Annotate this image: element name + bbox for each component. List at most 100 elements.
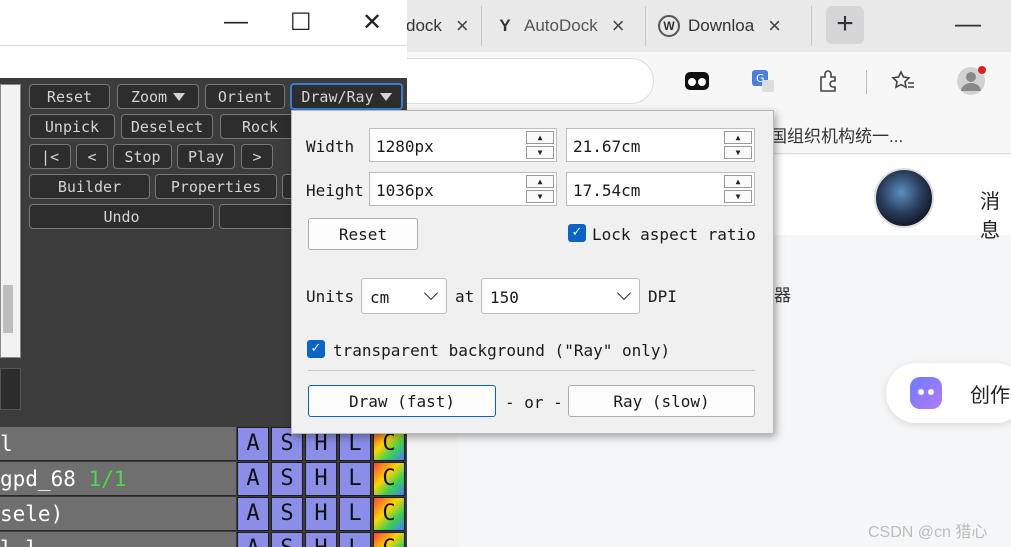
decrement-icon[interactable]: ▼: [724, 190, 752, 203]
button-label: Reset: [338, 224, 388, 244]
object-name: sele): [0, 502, 64, 526]
scrollbar-thumb[interactable]: [3, 285, 13, 333]
object-action-s-button[interactable]: S: [271, 462, 303, 496]
forward-button[interactable]: >: [241, 144, 273, 169]
ray-slow-button[interactable]: Ray (slow): [568, 385, 755, 417]
browser-tab-dock[interactable]: dock ×: [396, 6, 482, 46]
decrement-icon[interactable]: ▼: [526, 190, 554, 203]
user-avatar[interactable]: [874, 168, 934, 228]
viewer-panel[interactable]: [0, 84, 21, 358]
width-cm-input[interactable]: 21.67cm ▲ ▼: [566, 128, 755, 162]
button-label: Undo: [103, 207, 140, 226]
object-action-l-button[interactable]: L: [339, 497, 371, 531]
button-label: <: [87, 147, 97, 166]
orient-button[interactable]: Orient: [205, 84, 285, 109]
undo-button[interactable]: Undo: [29, 204, 214, 229]
increment-icon[interactable]: ▲: [724, 131, 752, 144]
builder-button[interactable]: Builder: [29, 174, 150, 199]
draw-ray-button[interactable]: Draw/Ray: [290, 83, 403, 110]
close-icon[interactable]: ×: [768, 13, 781, 39]
object-action-a-button[interactable]: A: [237, 497, 269, 531]
properties-button[interactable]: Properties: [155, 174, 277, 199]
height-cm-input[interactable]: 17.54cm ▲ ▼: [566, 172, 755, 206]
button-label: Draw (fast): [349, 391, 455, 411]
reset-button[interactable]: Reset: [29, 84, 110, 109]
decrement-icon[interactable]: ▼: [724, 146, 752, 159]
profile-icon[interactable]: [956, 66, 986, 96]
at-label: at: [455, 287, 475, 306]
rock-button[interactable]: Rock: [220, 114, 300, 139]
object-action-l-button[interactable]: L: [339, 532, 371, 547]
translate-icon[interactable]: G: [748, 66, 778, 96]
lock-aspect-label: Lock aspect ratio: [592, 225, 756, 244]
page-text: 器: [774, 286, 791, 305]
unpick-button[interactable]: Unpick: [29, 114, 115, 139]
button-label: Deselect: [130, 117, 204, 136]
decrement-icon[interactable]: ▼: [526, 146, 554, 159]
back-button[interactable]: <: [76, 144, 108, 169]
address-bar[interactable]: [380, 58, 654, 104]
height-px-value: 1036px: [376, 181, 434, 200]
increment-icon[interactable]: ▲: [526, 131, 554, 144]
object-action-c-button[interactable]: C: [373, 532, 405, 547]
favorites-icon[interactable]: [888, 66, 918, 96]
object-action-h-button[interactable]: H: [305, 497, 337, 531]
watermark: CSDN @cn 猎心: [868, 524, 988, 541]
zoom-button[interactable]: Zoom: [117, 84, 199, 109]
width-label: Width: [306, 137, 355, 156]
object-action-h-button[interactable]: H: [305, 462, 337, 496]
tab-label: dock: [406, 16, 442, 35]
command-area[interactable]: [0, 368, 21, 410]
stop-button[interactable]: Stop: [113, 144, 172, 169]
draw-fast-button[interactable]: Draw (fast): [308, 385, 496, 417]
object-row[interactable]: l: [0, 427, 236, 461]
button-label: Stop: [124, 147, 161, 166]
object-row[interactable]: sele): [0, 497, 236, 531]
object-action-c-button[interactable]: C: [373, 497, 405, 531]
play-button[interactable]: Play: [177, 144, 235, 169]
object-action-s-button[interactable]: S: [271, 497, 303, 531]
browser-minimize-button[interactable]: —: [955, 8, 981, 39]
object-action-h-button[interactable]: H: [305, 532, 337, 547]
close-icon[interactable]: ×: [612, 13, 625, 39]
dialog-reset-button[interactable]: Reset: [308, 218, 418, 250]
transparent-background-checkbox[interactable]: ✓: [307, 340, 325, 358]
button-label: Properties: [170, 177, 262, 196]
create-button[interactable]: 创作: [886, 363, 1011, 423]
increment-icon[interactable]: ▲: [724, 175, 752, 188]
rewind-button[interactable]: |<: [29, 144, 71, 169]
maximize-button[interactable]: ☐: [290, 8, 312, 37]
height-label: Height: [306, 181, 364, 200]
object-action-a-button[interactable]: A: [237, 462, 269, 496]
increment-icon[interactable]: ▲: [526, 175, 554, 188]
object-action-s-button[interactable]: S: [271, 532, 303, 547]
object-action-a-button[interactable]: A: [237, 532, 269, 547]
close-button[interactable]: ✕: [362, 8, 382, 37]
button-label: Play: [187, 147, 225, 166]
button-label: Ray (slow): [613, 391, 710, 411]
object-action-a-button[interactable]: A: [237, 427, 269, 461]
dpi-select[interactable]: 150: [481, 278, 640, 314]
new-tab-button[interactable]: +: [826, 6, 864, 44]
extension-icon[interactable]: [682, 66, 712, 96]
object-action-c-button[interactable]: C: [373, 462, 405, 496]
button-label: >: [252, 147, 262, 166]
extensions-puzzle-icon[interactable]: [814, 66, 844, 96]
object-row[interactable]: l l: [0, 532, 236, 547]
lock-aspect-checkbox[interactable]: ✓: [568, 224, 586, 242]
width-px-input[interactable]: 1280px ▲ ▼: [369, 128, 557, 162]
state-fraction: 1/1: [88, 467, 127, 491]
deselect-button[interactable]: Deselect: [121, 114, 213, 139]
button-label: Reset: [46, 87, 93, 106]
minimize-button[interactable]: —: [224, 8, 248, 36]
object-row[interactable]: gpd_68 1/1: [0, 462, 236, 496]
button-label: Builder: [57, 177, 122, 196]
messages-link[interactable]: 消息: [980, 185, 1011, 243]
browser-tab-autodock[interactable]: Y AutoDock ×: [484, 6, 646, 46]
units-select[interactable]: cm: [361, 278, 447, 314]
height-px-input[interactable]: 1036px ▲ ▼: [369, 172, 557, 206]
browser-tab-download[interactable]: W Downloa ×: [648, 6, 812, 46]
object-action-l-button[interactable]: L: [339, 462, 371, 496]
bookmark-item[interactable]: 国组织机构统一...: [770, 122, 903, 147]
close-icon[interactable]: ×: [456, 13, 469, 39]
